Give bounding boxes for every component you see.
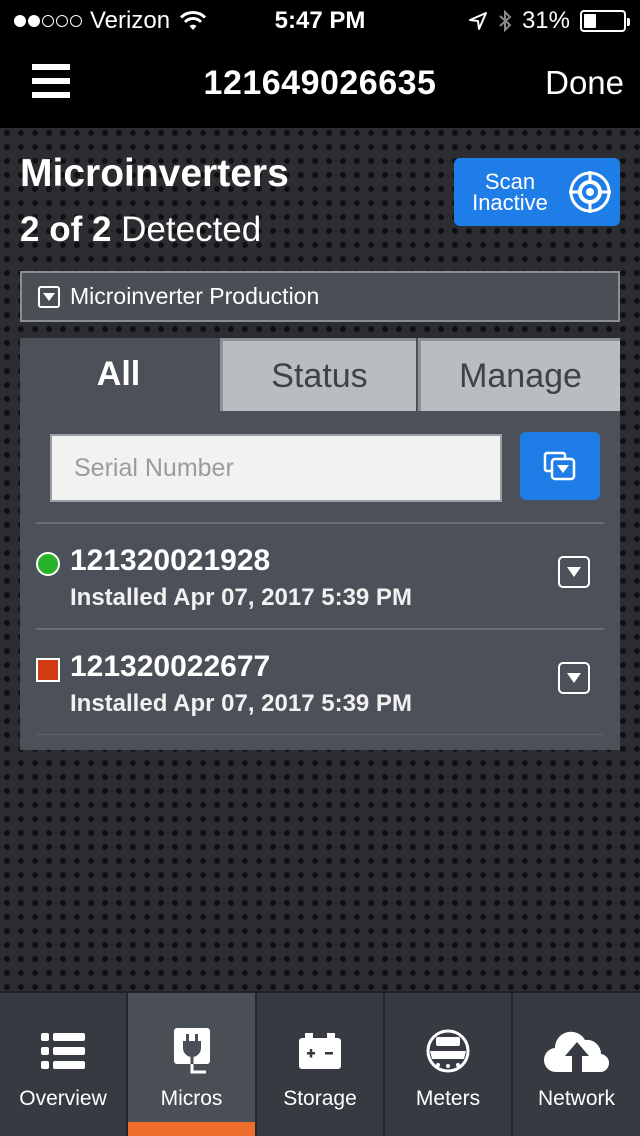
production-dropdown[interactable]: Microinverter Production bbox=[20, 271, 620, 322]
serial-search-input[interactable] bbox=[50, 434, 502, 502]
scan-button-label: Scan Inactive bbox=[454, 169, 566, 215]
bluetooth-icon bbox=[499, 9, 512, 33]
micro-list-panel: All Status Manage 121320021928 Installed… bbox=[20, 338, 620, 750]
device-row[interactable]: 121320022677 Installed Apr 07, 2017 5:39… bbox=[36, 628, 604, 734]
scan-label-line2: Inactive bbox=[472, 190, 548, 215]
production-label: Microinverter Production bbox=[70, 283, 320, 309]
status-right: 31% bbox=[468, 7, 630, 35]
top-bar: Verizon 5:47 PM 31% 121649026635 Done bbox=[0, 0, 640, 128]
scan-button[interactable]: Scan Inactive bbox=[454, 158, 620, 226]
bottom-tab-label: Network bbox=[537, 1087, 616, 1110]
status-error-indicator bbox=[36, 658, 60, 682]
page-title: Microinverters bbox=[20, 152, 289, 195]
chevron-down-icon[interactable] bbox=[558, 662, 590, 694]
bottom-tab-label: Micros bbox=[160, 1087, 223, 1110]
device-installed-date: Installed Apr 07, 2017 5:39 PM bbox=[70, 690, 412, 717]
list-icon bbox=[41, 1017, 85, 1085]
tab-all[interactable]: All bbox=[20, 338, 217, 411]
battery-icon bbox=[580, 10, 630, 32]
cloud-upload-icon bbox=[543, 1017, 611, 1085]
filter-button[interactable] bbox=[520, 432, 600, 500]
chevron-down-icon bbox=[38, 285, 60, 308]
bottom-tab-meters[interactable]: Meters bbox=[385, 993, 511, 1136]
bottom-tab-bar: Overview Micros Storage Meters Network bbox=[0, 991, 640, 1136]
list-divider bbox=[36, 734, 604, 735]
device-row[interactable]: 121320021928 Installed Apr 07, 2017 5:39… bbox=[36, 522, 604, 628]
bottom-tab-storage[interactable]: Storage bbox=[257, 993, 383, 1136]
active-tab-indicator bbox=[128, 1122, 255, 1136]
nav-bar: 121649026635 Done bbox=[0, 40, 640, 128]
scan-label-line1: Scan bbox=[484, 169, 536, 194]
tab-manage[interactable]: Manage bbox=[418, 338, 620, 411]
device-serial: 121320021928 bbox=[70, 544, 271, 577]
bottom-tab-network[interactable]: Network bbox=[513, 993, 640, 1136]
system-serial-title: 121649026635 bbox=[203, 64, 437, 102]
bottom-tab-label: Meters bbox=[415, 1087, 481, 1110]
done-button[interactable]: Done bbox=[545, 64, 624, 102]
device-installed-date: Installed Apr 07, 2017 5:39 PM bbox=[70, 584, 412, 611]
bottom-tab-overview[interactable]: Overview bbox=[0, 993, 126, 1136]
bottom-tab-micros[interactable]: Micros bbox=[128, 993, 255, 1136]
bottom-tab-label: Storage bbox=[283, 1087, 357, 1110]
status-ok-indicator bbox=[36, 552, 60, 576]
detected-count-label: Detected bbox=[121, 210, 262, 249]
chevron-down-icon[interactable] bbox=[558, 556, 590, 588]
battery-icon bbox=[299, 1017, 341, 1085]
status-bar: Verizon 5:47 PM 31% bbox=[0, 0, 640, 40]
filter-icon bbox=[543, 451, 576, 481]
detected-count: 2 of 2 Detected bbox=[20, 210, 261, 250]
meter-icon bbox=[426, 1017, 470, 1085]
location-arrow-icon bbox=[468, 12, 487, 30]
device-serial: 121320022677 bbox=[70, 650, 271, 683]
detected-count-value: 2 of 2 bbox=[20, 210, 112, 249]
bottom-tab-label: Overview bbox=[19, 1087, 107, 1110]
plug-icon bbox=[172, 1017, 212, 1085]
battery-percent: 31% bbox=[521, 7, 570, 34]
crosshair-icon bbox=[569, 171, 611, 213]
tab-status[interactable]: Status bbox=[220, 338, 416, 411]
